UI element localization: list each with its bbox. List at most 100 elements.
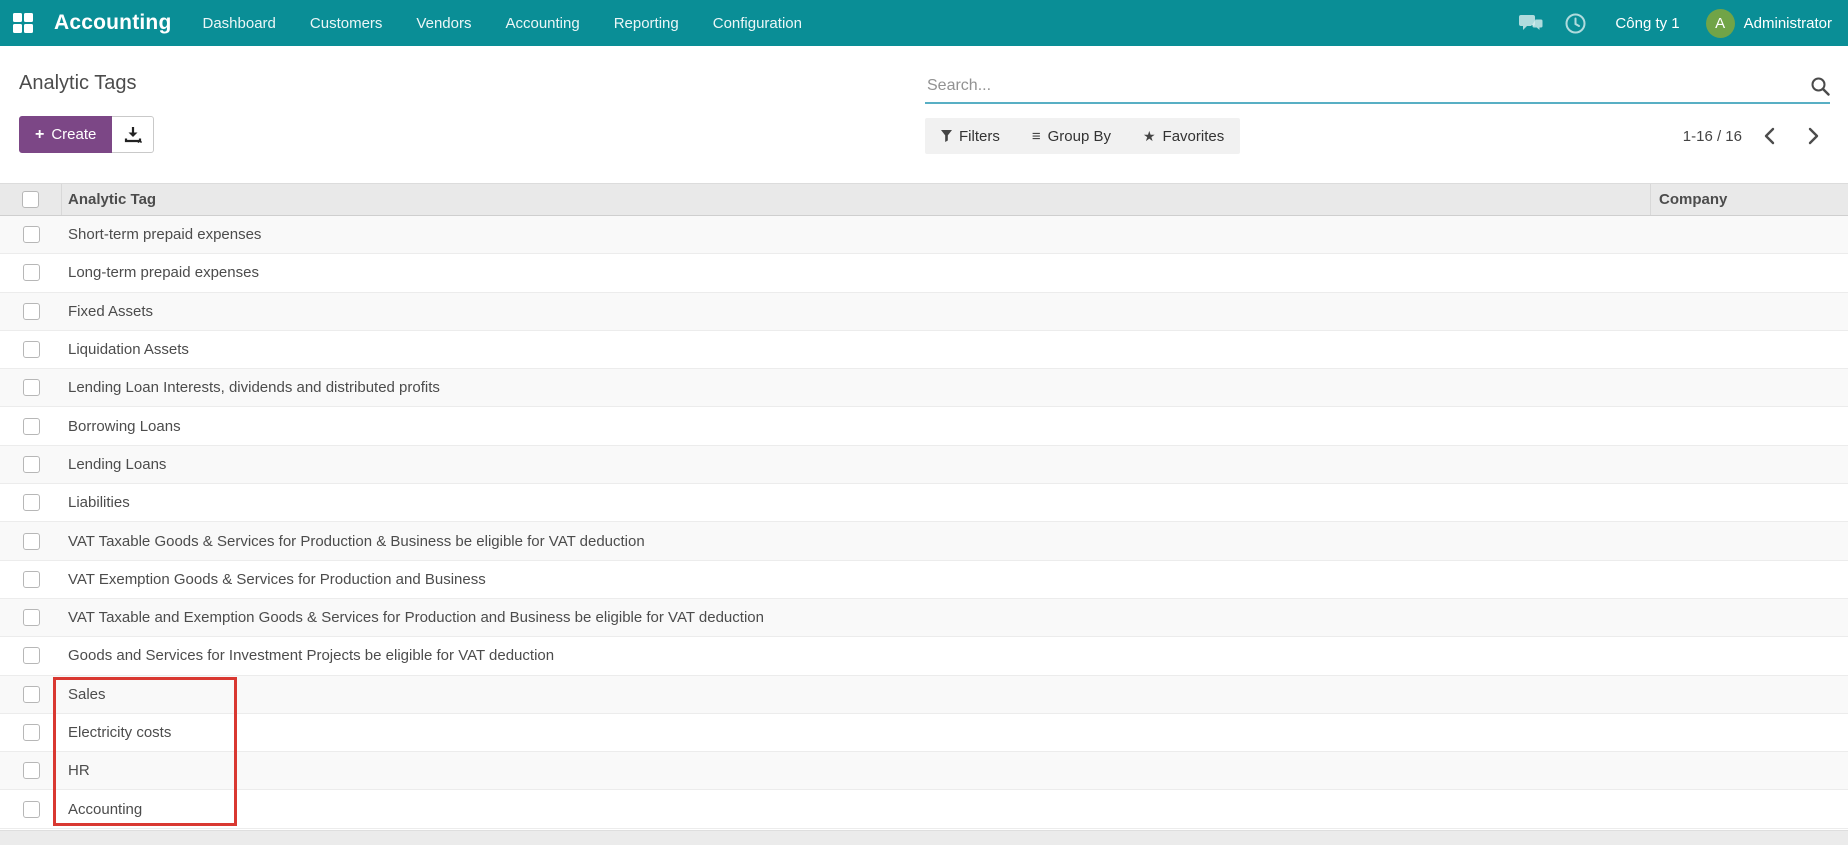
company-cell [1650,369,1848,406]
row-checkbox-cell [0,293,62,330]
company-cell [1650,216,1848,253]
column-header-analytic-tag[interactable]: Analytic Tag [62,191,1650,208]
menu-item-configuration[interactable]: Configuration [696,0,819,46]
pager-previous-button[interactable] [1752,119,1786,153]
analytic-tags-list: Analytic Tag Company Short-term prepaid … [0,183,1848,829]
menu-item-accounting[interactable]: Accounting [488,0,596,46]
search-input[interactable] [925,77,1804,95]
row-checkbox[interactable] [22,532,40,550]
column-header-company[interactable]: Company [1650,184,1848,215]
table-row[interactable]: Goods and Services for Investment Projec… [0,637,1848,676]
company-cell [1650,752,1848,789]
select-all-checkbox[interactable] [22,191,39,208]
analytic-tag-cell[interactable]: Accounting [62,801,1650,818]
menu-item-customers[interactable]: Customers [293,0,400,46]
row-checkbox[interactable] [22,494,40,512]
menu-item-dashboard[interactable]: Dashboard [186,0,293,46]
apps-menu-button[interactable] [0,0,46,46]
row-checkbox[interactable] [22,226,40,244]
table-row[interactable]: VAT Exemption Goods & Services for Produ… [0,560,1848,599]
chevron-left-icon [1764,127,1774,145]
row-checkbox[interactable] [22,264,40,282]
table-row[interactable]: Liabilities [0,484,1848,523]
main-menu: Dashboard Customers Vendors Accounting R… [186,0,819,46]
analytic-tag-cell[interactable]: Short-term prepaid expenses [62,226,1650,243]
user-menu[interactable]: A Administrator [1705,8,1832,38]
analytic-tag-cell[interactable]: Lending Loans [62,456,1650,473]
row-checkbox[interactable] [22,570,40,588]
filters-label: Filters [959,127,1000,145]
user-avatar: A [1705,8,1735,38]
analytic-tag-cell[interactable]: VAT Taxable and Exemption Goods & Servic… [62,609,1650,626]
analytic-tag-cell[interactable]: Sales [62,686,1650,703]
analytic-tag-cell[interactable]: Goods and Services for Investment Projec… [62,647,1650,664]
analytic-tag-cell[interactable]: Liabilities [62,494,1650,511]
table-row[interactable]: Liquidation Assets [0,330,1848,370]
table-row[interactable]: Lending Loans [0,445,1848,485]
row-checkbox[interactable] [22,341,40,359]
table-header-row: Analytic Tag Company [0,183,1848,216]
analytic-tag-cell[interactable]: Long-term prepaid expenses [62,264,1650,281]
header-checkbox-cell [0,184,62,215]
row-checkbox-cell [0,446,62,483]
analytic-tag-cell[interactable]: VAT Taxable Goods & Services for Product… [62,533,1650,550]
row-checkbox-cell [0,369,62,406]
analytic-tag-cell[interactable]: HR [62,762,1650,779]
row-checkbox[interactable] [22,685,40,703]
company-cell [1650,331,1848,368]
company-cell [1650,254,1848,291]
clock-icon [1565,13,1586,33]
pager-range[interactable]: 1-16 / 16 [1683,128,1742,145]
create-button[interactable]: + Create [19,116,113,153]
row-checkbox[interactable] [22,647,40,665]
filters-button[interactable]: Filters [925,118,1016,154]
menu-item-vendors[interactable]: Vendors [399,0,488,46]
table-row[interactable]: Fixed Assets [0,292,1848,331]
row-checkbox[interactable] [22,800,40,818]
analytic-tag-cell[interactable]: Liquidation Assets [62,341,1650,358]
table-row[interactable]: HR [0,752,1848,791]
company-cell [1650,484,1848,521]
table-row[interactable]: Short-term prepaid expenses [0,216,1848,255]
row-checkbox-cell [0,752,62,789]
top-navbar: Accounting Dashboard Customers Vendors A… [0,0,1848,46]
table-row[interactable]: Lending Loan Interests, dividends and di… [0,369,1848,408]
row-checkbox[interactable] [22,417,40,435]
analytic-tag-cell[interactable]: VAT Exemption Goods & Services for Produ… [62,571,1650,588]
table-row[interactable]: VAT Taxable Goods & Services for Product… [0,522,1848,561]
analytic-tag-cell[interactable]: Borrowing Loans [62,418,1650,435]
company-cell [1650,407,1848,444]
row-checkbox-cell [0,407,62,444]
pager-next-button[interactable] [1796,119,1830,153]
row-checkbox[interactable] [22,609,40,627]
analytic-tag-cell[interactable]: Lending Loan Interests, dividends and di… [62,379,1650,396]
chat-bubbles-icon [1519,14,1544,32]
row-checkbox[interactable] [22,762,40,780]
create-button-label: Create [51,126,97,143]
table-row[interactable]: Long-term prepaid expenses [0,254,1848,293]
group-by-label: Group By [1047,127,1111,145]
table-row[interactable]: Borrowing Loans [0,407,1848,446]
app-brand[interactable]: Accounting [54,11,172,35]
row-checkbox[interactable] [22,379,40,397]
table-row[interactable]: VAT Taxable and Exemption Goods & Servic… [0,598,1848,638]
table-row[interactable]: Accounting [0,790,1848,829]
row-checkbox-cell [0,216,62,253]
menu-item-reporting[interactable]: Reporting [597,0,696,46]
row-checkbox[interactable] [22,455,40,473]
company-switcher[interactable]: Công ty 1 [1597,15,1705,32]
row-checkbox-cell [0,484,62,521]
table-row[interactable]: Electricity costs [0,713,1848,753]
table-row[interactable]: Sales [0,675,1848,714]
search-submit[interactable] [1804,76,1830,96]
export-button[interactable] [112,116,155,153]
footer-strip [0,830,1848,845]
analytic-tag-cell[interactable]: Electricity costs [62,724,1650,741]
messages-button[interactable] [1509,0,1553,46]
favorites-button[interactable]: ★ Favorites [1127,118,1240,154]
activities-button[interactable] [1553,0,1597,46]
analytic-tag-cell[interactable]: Fixed Assets [62,303,1650,320]
group-by-button[interactable]: ≡ Group By [1016,118,1127,154]
row-checkbox[interactable] [22,302,40,320]
row-checkbox[interactable] [22,724,40,741]
